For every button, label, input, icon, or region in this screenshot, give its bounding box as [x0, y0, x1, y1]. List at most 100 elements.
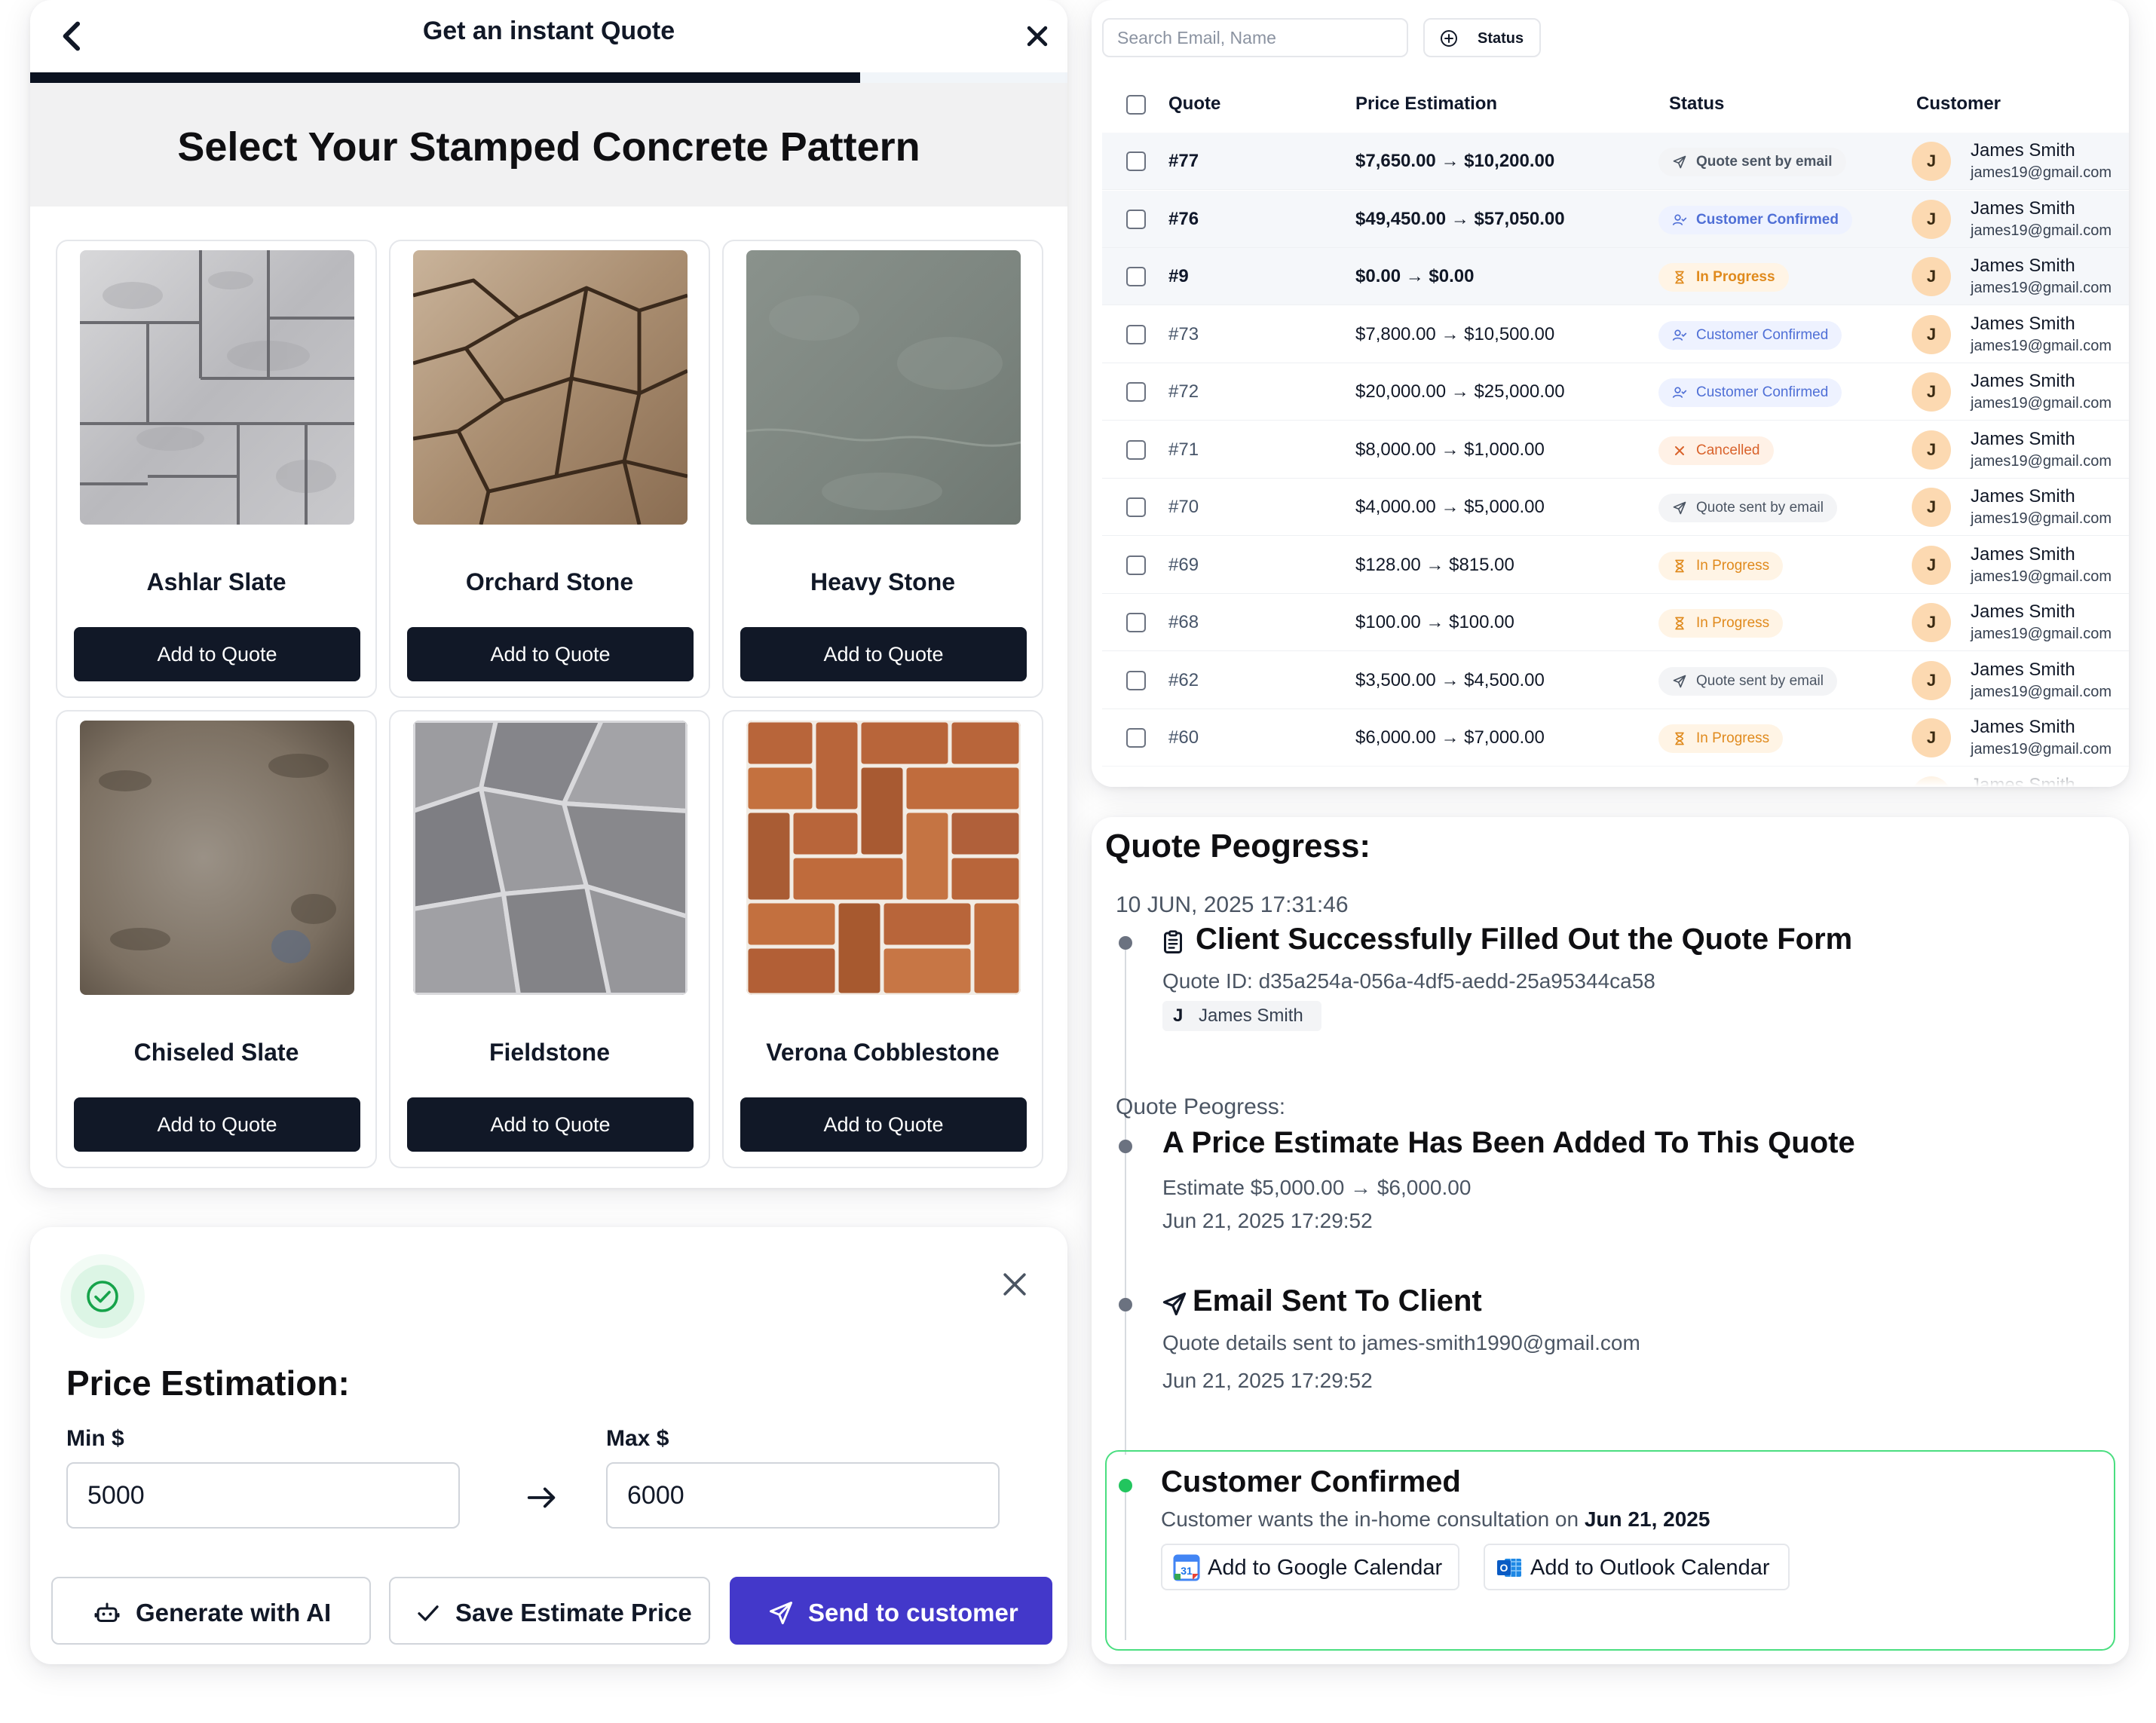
- pattern-image-orchard-stone: [413, 250, 688, 525]
- status-badge-label: Quote sent by email: [1696, 673, 1824, 689]
- row-checkbox[interactable]: [1126, 728, 1146, 748]
- row-checkbox[interactable]: [1126, 555, 1146, 575]
- row-checkbox[interactable]: [1126, 613, 1146, 632]
- quote-id[interactable]: #70: [1168, 497, 1199, 518]
- table-row[interactable]: #72 $20,000.00 → $25,000.00 Customer Confi…: [1102, 363, 2129, 421]
- customer-name: James Smith: [1971, 371, 2075, 391]
- select-all-checkbox[interactable]: [1126, 95, 1146, 115]
- column-header-quote[interactable]: Quote: [1168, 93, 1220, 115]
- table-row[interactable]: #73 $7,800.00 → $10,500.00 Customer Confir…: [1102, 306, 2129, 363]
- user-check-icon: [1672, 387, 1687, 398]
- close-icon[interactable]: [1018, 17, 1057, 56]
- quote-id[interactable]: #69: [1168, 555, 1199, 576]
- table-row[interactable]: #62 $3,500.00 → $4,500.00 Quote sent by em…: [1102, 652, 2129, 709]
- search-input[interactable]: [1102, 18, 1408, 57]
- quote-id[interactable]: #60: [1168, 727, 1199, 748]
- table-row[interactable]: #68 $100.00 → $100.00 In Progress J James Sm…: [1102, 594, 2129, 651]
- pattern-grid: Ashlar Slate Add to Quote Orchard Stone …: [56, 240, 1043, 1168]
- save-estimate-button[interactable]: Save Estimate Price: [389, 1577, 710, 1645]
- status-filter-label: Status: [1478, 30, 1524, 47]
- avatar: J: [1912, 142, 1951, 181]
- column-header-customer[interactable]: Customer: [1916, 93, 2001, 115]
- column-header-status[interactable]: Status: [1669, 93, 1724, 115]
- price-estimation: $20,000.00 → $25,000.00: [1355, 381, 1565, 402]
- min-price-label: Min $: [66, 1426, 124, 1451]
- quotes-table-panel: Status Quote Price Estimation Status Cus…: [1092, 0, 2129, 787]
- close-icon[interactable]: [998, 1268, 1031, 1301]
- max-price-input[interactable]: [606, 1462, 1000, 1529]
- quote-id[interactable]: #62: [1168, 670, 1199, 691]
- row-checkbox[interactable]: [1126, 382, 1146, 402]
- row-checkbox[interactable]: [1126, 210, 1146, 229]
- customer-email: james19@gmail.com: [1971, 568, 2112, 585]
- svg-text:O: O: [1500, 1562, 1508, 1574]
- add-to-quote-button[interactable]: Add to Quote: [74, 1097, 360, 1152]
- quote-id[interactable]: #76: [1168, 209, 1199, 230]
- price-estimation: $49,450.00 → $57,050.00: [1355, 209, 1565, 229]
- wizard-progress-fill: [30, 72, 860, 83]
- pattern-name: Chiseled Slate: [133, 1039, 299, 1066]
- send-to-customer-button[interactable]: Send to customer: [730, 1577, 1052, 1645]
- avatar: J: [1912, 718, 1951, 757]
- customer-name: James Smith: [1971, 140, 2075, 161]
- pattern-card-orchard-stone: Orchard Stone Add to Quote: [389, 240, 710, 698]
- add-to-quote-button[interactable]: Add to Quote: [740, 627, 1027, 681]
- customer-chip[interactable]: J James Smith: [1162, 1001, 1321, 1031]
- pattern-name: Orchard Stone: [465, 568, 634, 595]
- status-badge-label: In Progress: [1696, 558, 1770, 574]
- quote-id[interactable]: #73: [1168, 324, 1199, 345]
- consultation-date: Jun 21, 2025: [1584, 1507, 1710, 1531]
- add-to-google-calendar-button[interactable]: 31 Add to Google Calendar: [1161, 1544, 1459, 1590]
- add-to-quote-button[interactable]: Add to Quote: [407, 1097, 694, 1152]
- quote-id[interactable]: #77: [1168, 151, 1199, 172]
- table-row[interactable]: #77 $7,650.00 → $10,200.00 Quote sent by e…: [1102, 133, 2129, 190]
- add-to-quote-button[interactable]: Add to Quote: [740, 1097, 1027, 1152]
- outlook-calendar-icon: O: [1497, 1559, 1521, 1577]
- quote-id[interactable]: #72: [1168, 381, 1199, 402]
- status-badge-label: Cancelled: [1696, 442, 1760, 458]
- check-circle-icon: [87, 1281, 118, 1312]
- pattern-image-verona-cobblestone: [746, 721, 1021, 995]
- status-badge-label: Quote sent by email: [1696, 154, 1833, 170]
- success-badge: [60, 1254, 145, 1339]
- status-badge-label: Customer Confirmed: [1696, 384, 1829, 400]
- status-filter-button[interactable]: Status: [1423, 18, 1541, 57]
- user-check-icon: [1672, 214, 1687, 225]
- robot-icon: [94, 1602, 120, 1622]
- row-checkbox[interactable]: [1126, 267, 1146, 286]
- row-checkbox[interactable]: [1126, 671, 1146, 690]
- row-checkbox[interactable]: [1126, 325, 1146, 344]
- price-estimation: $7,650.00 → $10,200.00: [1355, 151, 1555, 171]
- table-row[interactable]: #9 $0.00 → $0.00 In Progress J James Smith ja…: [1102, 248, 2129, 305]
- status-badge: In Progress: [1658, 552, 1784, 580]
- row-checkbox[interactable]: [1126, 151, 1146, 171]
- status-badge: In Progress: [1658, 609, 1784, 638]
- wizard-progress-bar: [30, 72, 1067, 83]
- add-to-quote-button[interactable]: Add to Quote: [407, 627, 694, 681]
- pattern-card-heavy-stone: Heavy Stone Add to Quote: [722, 240, 1043, 698]
- event-estimate-time: Jun 21, 2025 17:29:52: [1162, 1209, 1373, 1232]
- table-row[interactable]: #69 $128.00 → $815.00 In Progress J James Sm…: [1102, 537, 2129, 594]
- timeline-dot: [1119, 936, 1132, 950]
- customer-chip-name: James Smith: [1199, 1005, 1303, 1026]
- customer-name: James Smith: [1971, 486, 2075, 506]
- status-badge: Customer Confirmed: [1658, 206, 1852, 234]
- row-checkbox[interactable]: [1126, 440, 1146, 460]
- generate-with-ai-button[interactable]: Generate with AI: [51, 1577, 371, 1645]
- pattern-name: Ashlar Slate: [146, 568, 286, 595]
- quote-id[interactable]: #71: [1168, 439, 1199, 461]
- status-badge-label: In Progress: [1696, 730, 1770, 746]
- status-badge: Quote sent by email: [1658, 148, 1846, 176]
- table-row[interactable]: #71 $8,000.00 → $1,000.00 Cancelled J James …: [1102, 421, 2129, 479]
- table-row[interactable]: #76 $49,450.00 → $57,050.00 Customer Confi…: [1102, 191, 2129, 248]
- quote-id[interactable]: #9: [1168, 266, 1189, 287]
- quote-id[interactable]: #68: [1168, 612, 1199, 633]
- column-header-price[interactable]: Price Estimation: [1355, 93, 1497, 115]
- min-price-input[interactable]: [66, 1462, 460, 1529]
- table-row[interactable]: #70 $4,000.00 → $5,000.00 Quote sent by em…: [1102, 479, 2129, 536]
- add-to-quote-button[interactable]: Add to Quote: [74, 627, 360, 681]
- avatar: J: [1912, 257, 1951, 296]
- price-estimation: $100.00 → $100.00: [1355, 612, 1514, 632]
- add-to-outlook-calendar-button[interactable]: O Add to Outlook Calendar: [1484, 1544, 1790, 1590]
- row-checkbox[interactable]: [1126, 497, 1146, 517]
